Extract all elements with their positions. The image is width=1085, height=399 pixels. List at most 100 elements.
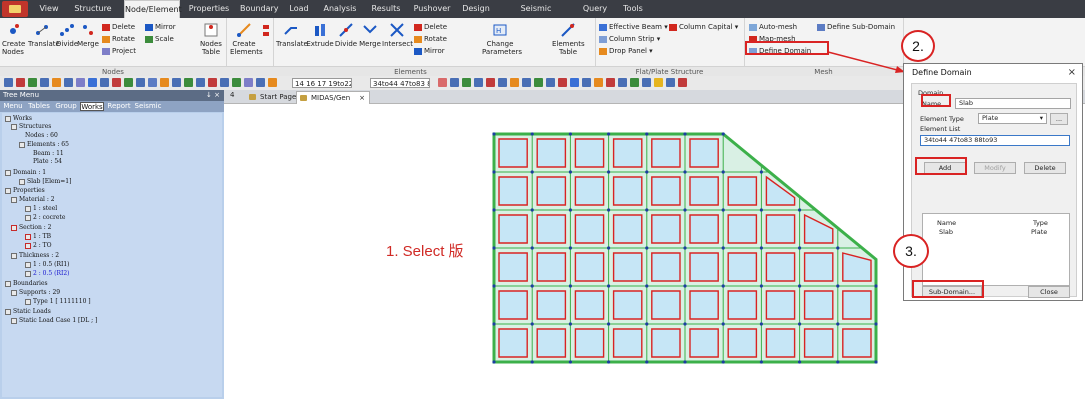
define-sub-domain-button[interactable]: Define Sub-Domain — [817, 22, 895, 32]
divide-nodes-button[interactable]: Divide — [56, 22, 78, 48]
tree-node-load-case[interactable]: Static Load Case 1 [DL ; ] — [11, 317, 97, 324]
toolbar-tool-icon[interactable] — [160, 78, 169, 87]
menu-tab-node-element[interactable]: Node/Element — [124, 0, 182, 19]
effective-beam-button[interactable]: Effective Beam ▾ — [599, 22, 668, 32]
extrude-elements-button[interactable]: Extrude — [306, 22, 334, 48]
tree-tab-report[interactable]: Report — [106, 102, 132, 111]
menu-tab-view[interactable]: View — [36, 0, 62, 18]
define-domain-button[interactable]: Define Domain — [749, 46, 811, 56]
tree-node-plate[interactable]: Plate : 54 — [33, 158, 62, 165]
list-item-type[interactable]: Plate — [1031, 228, 1047, 236]
menu-tab-results[interactable]: Results — [368, 0, 404, 18]
toolbar-tool-icon[interactable] — [28, 78, 37, 87]
menu-tab-boundary[interactable]: Boundary — [240, 0, 279, 18]
toolbar-tool-icon[interactable] — [40, 78, 49, 87]
tree-tab-seismic[interactable]: Seismic — [134, 102, 162, 111]
tree-tab-tables[interactable]: Tables — [26, 102, 52, 111]
divide-elements-button[interactable]: Divide — [334, 22, 358, 48]
intersect-elements-button[interactable]: Intersect — [382, 22, 413, 48]
tree-tab-group[interactable]: Group — [54, 102, 78, 111]
tree-node-works[interactable]: Works — [5, 115, 32, 122]
element-list-input[interactable]: 34to44 47to83 88to93 — [920, 135, 1070, 146]
delete-elements-button[interactable]: Delete — [414, 22, 447, 32]
menu-tab-design[interactable]: Design — [460, 0, 492, 18]
toolbar-tool-icon[interactable] — [510, 78, 519, 87]
node-selection-input[interactable]: 14 16 17 19to22 — [292, 78, 352, 88]
toolbar-tool-icon[interactable] — [88, 78, 97, 87]
column-capital-button[interactable]: Column Capital ▾ — [669, 22, 738, 32]
toolbar-tool-icon[interactable] — [184, 78, 193, 87]
toolbar-tool-icon[interactable] — [64, 78, 73, 87]
tree-node-section-tb[interactable]: 1 : TB — [25, 233, 51, 240]
tree-node-domain[interactable]: Domain : 1 — [5, 169, 46, 176]
toolbar-tool-icon[interactable] — [558, 78, 567, 87]
modify-button[interactable]: Modify — [974, 162, 1016, 174]
merge-nodes-button[interactable]: Merge — [77, 22, 99, 48]
tree-menu-pin-close[interactable]: ↓ × — [206, 90, 220, 101]
toolbar-tool-icon[interactable] — [594, 78, 603, 87]
toolbar-tool-icon[interactable] — [244, 78, 253, 87]
toolbar-tool-icon[interactable] — [570, 78, 579, 87]
elements-table-button[interactable]: Elements Table — [552, 22, 585, 56]
toolbar-tool-icon[interactable] — [4, 78, 13, 87]
list-item-name[interactable]: Slab — [939, 228, 953, 236]
tree-tab-menu[interactable]: Menu — [2, 102, 24, 111]
tree-node-section[interactable]: Section : 2 — [11, 224, 51, 231]
menu-tab-seismic-performance[interactable]: Seismic Performance — [500, 0, 572, 31]
drop-panel-button[interactable]: Drop Panel ▾ — [599, 46, 653, 56]
toolbar-tool-icon[interactable] — [654, 78, 663, 87]
tree-node-structures[interactable]: Structures — [11, 123, 51, 130]
tree-node-thickness[interactable]: Thickness : 2 — [11, 252, 59, 259]
toolbar-tool-icon[interactable] — [606, 78, 615, 87]
tree-node-thickness-1[interactable]: 1 : 0.5 (RI1) — [25, 261, 70, 268]
domain-list[interactable]: Name Type Slab Plate — [922, 213, 1070, 286]
tree-node-material-concrete[interactable]: 2 : cocrete — [25, 214, 65, 221]
tree-node-static-loads[interactable]: Static Loads — [5, 308, 51, 315]
toolbar-tool-icon[interactable] — [172, 78, 181, 87]
dialog-close-icon[interactable]: × — [1068, 67, 1076, 78]
scale-nodes-button[interactable]: Scale — [145, 34, 174, 44]
map-mesh-button[interactable]: Map-mesh — [749, 34, 796, 44]
toolbar-tool-icon[interactable] — [148, 78, 157, 87]
toolbar-tool-icon[interactable] — [438, 78, 447, 87]
element-type-more-button[interactable]: ... — [1050, 113, 1068, 125]
toolbar-tool-icon[interactable] — [618, 78, 627, 87]
toolbar-tool-icon[interactable] — [678, 78, 687, 87]
tab-nav-arrow[interactable]: 4 — [230, 91, 234, 99]
menu-tab-analysis[interactable]: Analysis — [320, 0, 360, 18]
menu-tab-properties[interactable]: Properties — [186, 0, 232, 18]
mirror-nodes-button[interactable]: Mirror — [145, 22, 176, 32]
element-type-select[interactable]: Plate ▾ — [978, 113, 1047, 124]
auto-mesh-button[interactable]: Auto-mesh — [749, 22, 797, 32]
project-nodes-button[interactable]: Project — [102, 46, 136, 56]
toolbar-tool-icon[interactable] — [268, 78, 277, 87]
toolbar-tool-icon[interactable] — [666, 78, 675, 87]
toolbar-tool-icon[interactable] — [462, 78, 471, 87]
toolbar-tool-icon[interactable] — [112, 78, 121, 87]
toolbar-tool-icon[interactable] — [220, 78, 229, 87]
menu-tab-pushover[interactable]: Pushover — [412, 0, 452, 18]
tab-close-icon[interactable]: × — [359, 92, 365, 104]
tree-node-support-type[interactable]: Type 1 [ 1111110 ] — [25, 298, 91, 305]
tree-node-beam[interactable]: Beam : 11 — [33, 150, 64, 157]
toolbar-tool-icon[interactable] — [522, 78, 531, 87]
toolbar-tool-icon[interactable] — [100, 78, 109, 87]
tree-node-supports[interactable]: Supports : 29 — [11, 289, 60, 296]
create-nodes-button[interactable]: Create Nodes — [2, 22, 25, 56]
toolbar-tool-icon[interactable] — [642, 78, 651, 87]
column-strip-button[interactable]: Column Strip ▾ — [599, 34, 660, 44]
nodes-table-button[interactable]: Nodes Table — [198, 22, 224, 56]
menu-tab-query[interactable]: Query — [580, 0, 610, 18]
mirror-elements-button[interactable]: Mirror — [414, 46, 445, 56]
toolbar-tool-icon[interactable] — [486, 78, 495, 87]
translate-elements-button[interactable]: Translate — [276, 22, 308, 48]
toolbar-tool-icon[interactable] — [16, 78, 25, 87]
toolbar-tool-icon[interactable] — [232, 78, 241, 87]
toolbar-tool-icon[interactable] — [534, 78, 543, 87]
tree-tab-works[interactable]: Works — [80, 102, 104, 111]
toolbar-tool-icon[interactable] — [124, 78, 133, 87]
rotate-nodes-button[interactable]: Rotate — [102, 34, 135, 44]
translate-nodes-button[interactable]: Translate — [28, 22, 60, 48]
tree-node-material[interactable]: Material : 2 — [11, 196, 55, 203]
tree-node-slab[interactable]: Slab [Elem=1] — [19, 178, 71, 185]
